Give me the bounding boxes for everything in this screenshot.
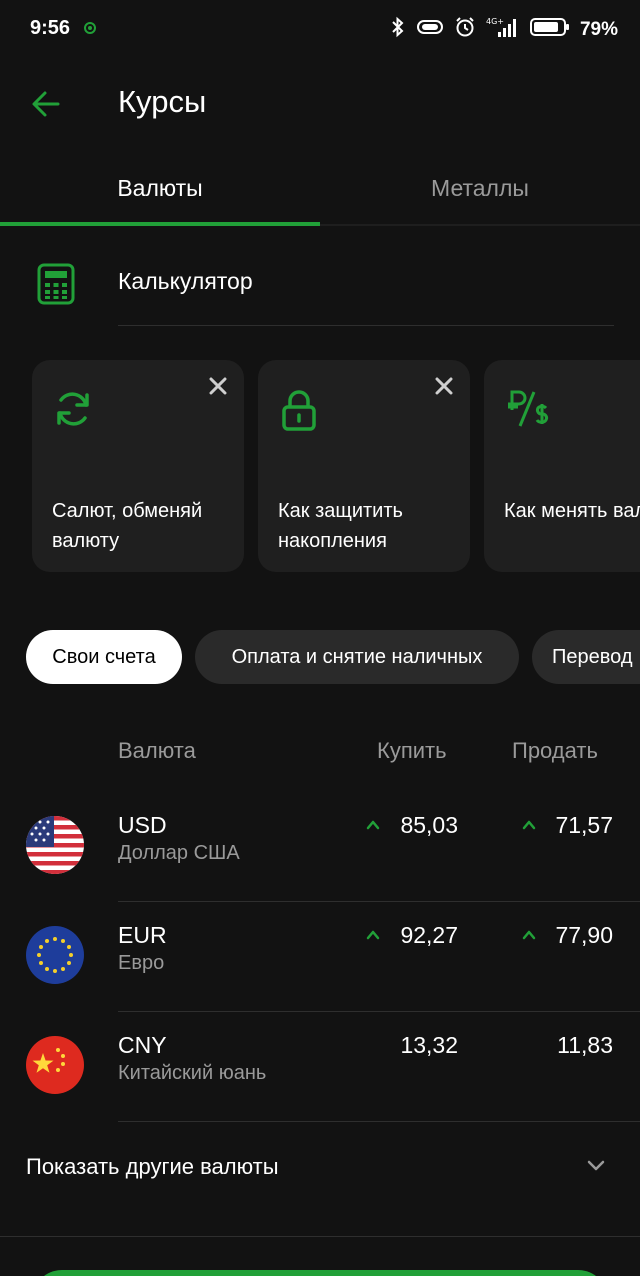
show-more-label: Показать другие валюты (26, 1154, 279, 1179)
lock-icon (278, 388, 320, 437)
svg-text:4G+: 4G+ (486, 17, 504, 26)
status-time: 9:56 (30, 17, 71, 39)
calculator-row[interactable]: Калькулятор (0, 240, 640, 330)
china-flag-icon (26, 1036, 84, 1094)
filter-chips: Свои счета Оплата и снятие наличных Пере… (0, 630, 640, 684)
currency-name: Евро (118, 952, 165, 974)
eu-flag-icon (26, 926, 84, 984)
column-header-sell: Продать (512, 738, 598, 763)
chip-payment-cash[interactable]: Оплата и снятие наличных (195, 630, 519, 684)
buy-rate: 92,27 (400, 922, 458, 948)
column-header-buy: Купить (377, 738, 447, 763)
story-card-text: Салют, обменяй валюту (52, 500, 203, 552)
bottom-action-button[interactable] (32, 1270, 608, 1276)
page-title: Курсы (118, 84, 207, 119)
divider (0, 1236, 640, 1237)
tab-divider (320, 224, 640, 226)
currency-code: CNY (118, 1032, 167, 1058)
sell-rate: 77,90 (555, 922, 613, 948)
buy-rate: 13,32 (400, 1032, 458, 1058)
sell-rate: 11,83 (557, 1032, 613, 1058)
tab-bar: Валюты Металлы (0, 150, 640, 228)
refresh-icon (52, 388, 94, 435)
ruble-dollar-icon (504, 388, 550, 435)
tab-currencies[interactable]: Валюты (0, 150, 320, 226)
rate-up-icon (522, 818, 536, 832)
battery-icon (529, 17, 570, 42)
chevron-down-icon (586, 1158, 606, 1177)
column-header-currency: Валюта (118, 738, 196, 763)
chip-own-accounts[interactable]: Свои счета (26, 630, 182, 684)
status-icons: 4G+ 79% (390, 16, 618, 43)
rate-up-icon (366, 818, 380, 832)
story-card-text: Как защитить накопления (278, 500, 403, 552)
rate-up-icon (366, 928, 380, 942)
close-icon[interactable] (206, 374, 230, 398)
calculator-label: Калькулятор (118, 268, 253, 294)
sell-rate: 71,57 (555, 812, 613, 838)
currency-code: EUR (118, 922, 167, 948)
currency-name: Китайский юань (118, 1062, 267, 1084)
alarm-icon (454, 16, 476, 43)
rate-up-icon (522, 928, 536, 942)
currency-row-eur[interactable]: EUR Евро 92,27 77,90 (0, 902, 640, 1012)
signal-icon: 4G+ (486, 16, 520, 43)
buy-rate: 85,03 (400, 812, 458, 838)
status-bar: 9:56 4G+ 79% (0, 0, 640, 58)
story-card-text: Как менять валюту (504, 500, 640, 522)
currency-code: USD (118, 812, 167, 838)
tab-metals[interactable]: Металлы (320, 150, 640, 226)
story-card-savings[interactable]: Как защитить накопления (258, 360, 470, 572)
bluetooth-icon (390, 16, 406, 43)
story-card-exchange[interactable]: Салют, обменяй валюту (32, 360, 244, 572)
battery-percent: 79% (579, 18, 618, 40)
divider (118, 325, 614, 326)
tab-indicator (0, 222, 320, 226)
show-more-currencies[interactable]: Показать другие валюты (0, 1122, 640, 1236)
chip-transfers[interactable]: Перевод (532, 630, 640, 684)
currency-row-usd[interactable]: USD Доллар США 85,03 71,57 (0, 792, 640, 902)
arrow-left-icon (32, 91, 60, 117)
back-button[interactable] (28, 86, 64, 122)
vibrate-icon (416, 18, 444, 41)
story-card-how-to-exchange[interactable]: Как менять валюту (484, 360, 640, 572)
us-flag-icon (26, 816, 84, 874)
close-icon[interactable] (432, 374, 456, 398)
stories-carousel[interactable]: Салют, обменяй валюту Как защитить накоп… (0, 360, 640, 572)
currency-row-cny[interactable]: CNY Китайский юань 13,32 11,83 (0, 1012, 640, 1122)
calculator-icon (36, 262, 76, 311)
currency-name: Доллар США (118, 842, 240, 864)
notification-dot-icon (83, 21, 97, 40)
